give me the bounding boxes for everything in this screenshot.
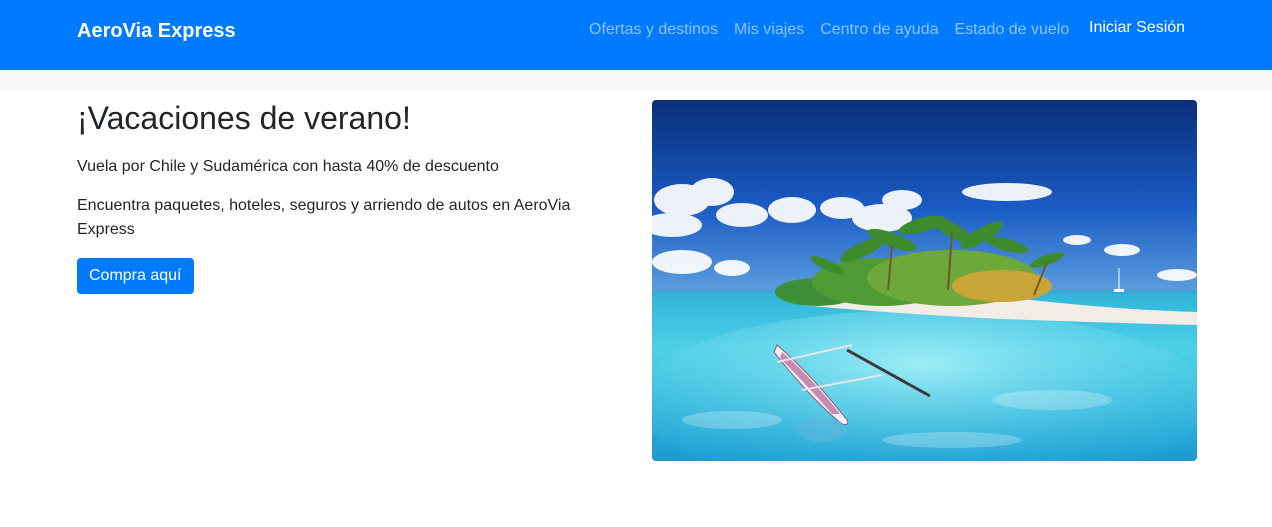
header-strip bbox=[0, 70, 1272, 90]
nav-link-estado-vuelo[interactable]: Estado de vuelo bbox=[955, 21, 1070, 39]
tropical-island-illustration bbox=[652, 100, 1197, 461]
brand-logo[interactable]: AeroVia Express bbox=[77, 20, 236, 43]
nav-links: Ofertas y destinos Mis viajes Centro de … bbox=[589, 21, 1085, 39]
nav-link-ofertas[interactable]: Ofertas y destinos bbox=[589, 21, 718, 39]
nav-link-centro-ayuda[interactable]: Centro de ayuda bbox=[820, 21, 938, 39]
hero-subtitle: Vuela por Chile y Sudamérica con hasta 4… bbox=[77, 158, 499, 175]
login-link[interactable]: Iniciar Sesión bbox=[1089, 19, 1185, 37]
buy-here-button[interactable]: Compra aquí bbox=[77, 258, 194, 294]
hero-title: ¡Vacaciones de verano! bbox=[77, 100, 411, 136]
hero-beach-image bbox=[652, 100, 1197, 461]
top-navbar: AeroVia Express Ofertas y destinos Mis v… bbox=[0, 0, 1272, 70]
hero-description: Encuentra paquetes, hoteles, seguros y a… bbox=[77, 197, 571, 238]
nav-link-mis-viajes[interactable]: Mis viajes bbox=[734, 21, 804, 39]
